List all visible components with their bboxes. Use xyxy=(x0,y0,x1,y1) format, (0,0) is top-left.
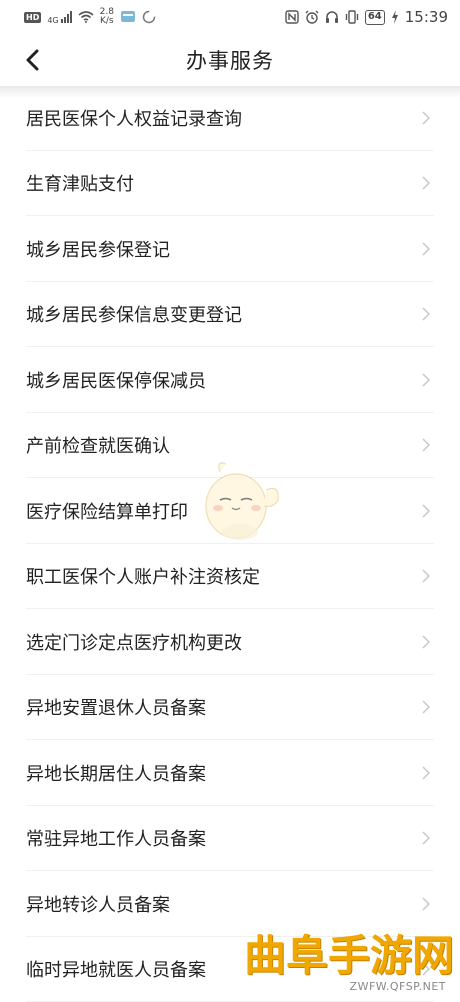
list-item-label: 城乡居民参保登记 xyxy=(26,236,170,262)
watermark-text: 曲阜手游网 xyxy=(244,932,454,980)
headphones-icon xyxy=(325,10,339,24)
page-title: 办事服务 xyxy=(186,45,274,75)
list-item[interactable]: 异地转诊人员备案 xyxy=(0,871,460,937)
signal-icon xyxy=(61,11,72,23)
list-item[interactable]: 城乡居民参保信息变更登记 xyxy=(0,282,460,348)
list-item[interactable]: 常驻异地工作人员备案 xyxy=(0,806,460,872)
list-item-label: 生育津贴支付 xyxy=(26,170,134,196)
vibrate-icon xyxy=(345,10,359,24)
chevron-right-icon xyxy=(422,111,430,125)
list-item-label: 城乡居民参保信息变更登记 xyxy=(26,301,242,327)
watermark-url: ZWFW.QFSP.NET xyxy=(244,980,454,993)
loading-icon xyxy=(142,10,156,24)
list-item-label: 临时异地就医人员备案 xyxy=(26,956,206,982)
list-item[interactable]: 异地长期居住人员备案 xyxy=(0,740,460,806)
alarm-icon xyxy=(305,10,319,24)
nfc-icon xyxy=(285,10,299,24)
chevron-right-icon xyxy=(422,635,430,649)
list-item[interactable]: 城乡居民医保停保减员 xyxy=(0,347,460,413)
list-item-label: 职工医保个人账户补注资核定 xyxy=(26,563,260,589)
chevron-right-icon xyxy=(422,307,430,321)
list-item-label: 居民医保个人权益记录查询 xyxy=(26,105,242,131)
list-item[interactable]: 居民医保个人权益记录查询 xyxy=(0,85,460,151)
chevron-right-icon xyxy=(422,569,430,583)
list-item[interactable]: 生育津贴支付 xyxy=(0,151,460,217)
chevron-right-icon xyxy=(422,831,430,845)
list-item-label: 城乡居民医保停保减员 xyxy=(26,367,206,393)
chevron-right-icon xyxy=(422,176,430,190)
chevron-right-icon xyxy=(422,373,430,387)
chevron-right-icon xyxy=(422,700,430,714)
network-speed: 2.8 K/s xyxy=(100,8,114,26)
list-item[interactable]: 异地安置退休人员备案 xyxy=(0,675,460,741)
list-item-label: 常驻异地工作人员备案 xyxy=(26,825,206,851)
list-item-label: 选定门诊定点医疗机构更改 xyxy=(26,629,242,655)
list-item[interactable]: 选定门诊定点医疗机构更改 xyxy=(0,609,460,675)
nav-header: 办事服务 xyxy=(0,34,460,86)
battery-indicator: 64 xyxy=(365,10,385,25)
wifi-icon xyxy=(78,11,94,23)
hd-badge: HD xyxy=(24,12,41,23)
status-right: 64 15:39 xyxy=(285,8,448,26)
chevron-right-icon xyxy=(422,242,430,256)
chevron-right-icon xyxy=(422,766,430,780)
list-item-label: 异地长期居住人员备案 xyxy=(26,760,206,786)
chevron-right-icon xyxy=(422,438,430,452)
floating-mascot-icon[interactable] xyxy=(190,450,290,550)
list-item-label: 异地安置退休人员备案 xyxy=(26,694,206,720)
watermark-logo: 曲阜手游网 ZWFW.QFSP.NET xyxy=(244,932,454,996)
clock: 15:39 xyxy=(405,8,448,26)
status-bar: HD 4G 2.8 K/s xyxy=(0,0,460,34)
network-type: 4G xyxy=(47,16,58,25)
list-item-label: 医疗保险结算单打印 xyxy=(26,498,188,524)
list-item[interactable]: 城乡居民参保登记 xyxy=(0,216,460,282)
status-left: HD 4G 2.8 K/s xyxy=(24,8,156,26)
back-arrow-icon[interactable] xyxy=(22,48,44,72)
speed-unit: K/s xyxy=(100,17,114,26)
chevron-right-icon xyxy=(422,897,430,911)
app-notification-icon xyxy=(120,10,136,24)
charging-icon xyxy=(391,10,399,24)
list-item-label: 异地转诊人员备案 xyxy=(26,891,170,917)
chevron-right-icon xyxy=(422,504,430,518)
list-item[interactable]: 职工医保个人账户补注资核定 xyxy=(0,544,460,610)
list-item-label: 产前检查就医确认 xyxy=(26,432,170,458)
